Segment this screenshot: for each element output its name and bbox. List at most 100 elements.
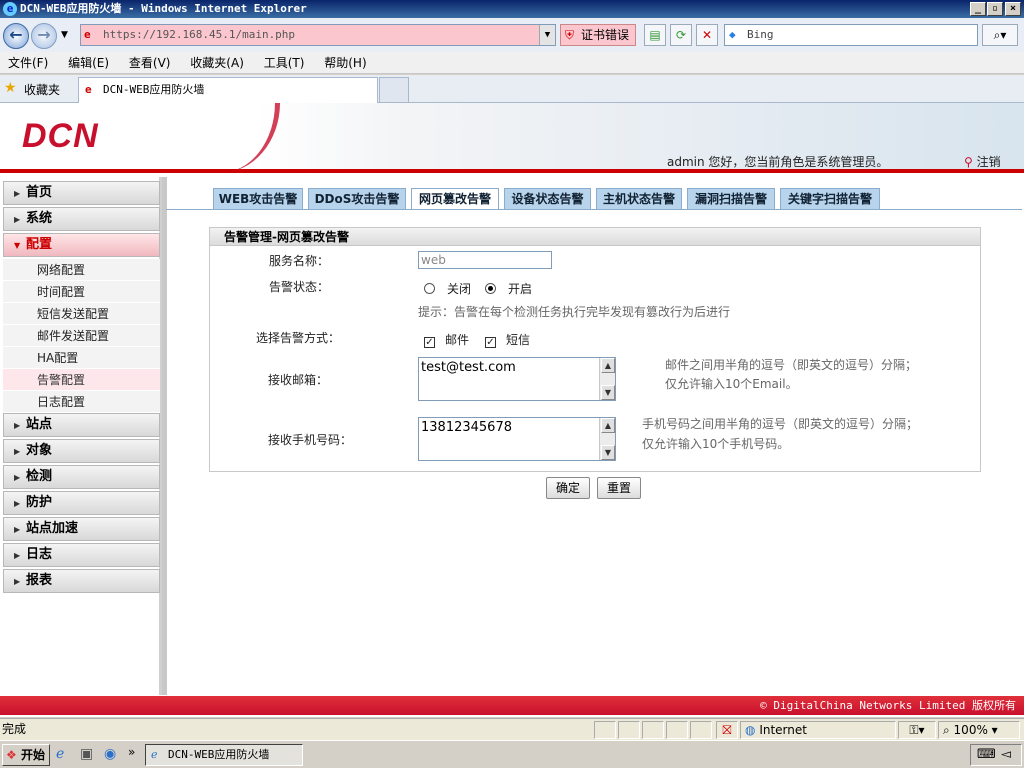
address-toolbar: ← → ▼ e https://192.168.45.1/main.php ▼ … xyxy=(0,18,1024,52)
dcn-logo: DCN xyxy=(22,117,99,155)
search-input[interactable]: ◆ Bing xyxy=(724,24,978,46)
phone-textarea[interactable]: 13812345678 ▲ ▼ xyxy=(418,417,616,461)
scroll-down-icon[interactable]: ▼ xyxy=(601,445,615,460)
reset-button[interactable]: 重置 xyxy=(597,477,641,499)
taskbar: ❖ 开始 ℯ ▣ ◉ » ℯ DCN-WEB应用防火墙 -... ⌨ ◅ xyxy=(0,740,1024,768)
method-mail-option[interactable]: ✓ 邮件 xyxy=(424,331,469,348)
tab-webpage-tamper[interactable]: 网页篡改告警 xyxy=(411,188,499,210)
status-label: 告警状态： xyxy=(269,280,330,294)
forward-button[interactable]: → xyxy=(31,23,57,49)
menu-edit[interactable]: 编辑(E) xyxy=(60,52,117,74)
address-bar[interactable]: e https://192.168.45.1/main.php ▼ xyxy=(80,24,556,46)
method-sms-option[interactable]: ✓ 短信 xyxy=(485,331,530,348)
status-on-option[interactable]: 开启 xyxy=(485,280,532,297)
zoom-control[interactable]: ⌕ 100% ▾ xyxy=(938,721,1020,739)
security-error-icon[interactable]: ⛝ xyxy=(716,721,738,739)
sidebar-item-report[interactable]: ▶ 报表 xyxy=(3,569,160,593)
mail-checkbox[interactable]: ✓ xyxy=(424,337,435,348)
scroll-up-icon[interactable]: ▲ xyxy=(601,358,615,373)
sidebar-item-label: 检测 xyxy=(26,469,53,484)
tab-keyword-scan[interactable]: 关键字扫描告警 xyxy=(780,188,880,210)
new-tab-button[interactable] xyxy=(379,77,409,103)
status-off-option[interactable]: 关闭 xyxy=(424,280,471,297)
phone-scrollbar[interactable]: ▲ ▼ xyxy=(599,418,615,460)
sidebar-item-system[interactable]: ▶ 系统 xyxy=(3,207,160,231)
menu-view[interactable]: 查看(V) xyxy=(121,52,179,74)
sidebar-item-detect[interactable]: ▶ 检测 xyxy=(3,465,160,489)
ie-page-icon: e xyxy=(84,28,91,41)
sidebar-item-protect[interactable]: ▶ 防护 xyxy=(3,491,160,515)
radio-off[interactable] xyxy=(424,283,435,294)
sidebar-sub-network[interactable]: 网络配置 xyxy=(3,259,160,281)
sidebar-item-label: 日志 xyxy=(26,547,53,562)
favorites-button[interactable]: 收藏夹 xyxy=(24,81,60,98)
refresh-icon[interactable]: ⟳ xyxy=(670,24,692,46)
tab-web-attack[interactable]: WEB攻击告警 xyxy=(213,188,303,210)
close-button[interactable]: × xyxy=(1005,2,1021,16)
tab-device-status[interactable]: 设备状态告警 xyxy=(504,188,591,210)
sidebar-sub-mail[interactable]: 邮件发送配置 xyxy=(3,325,160,347)
service-name-field[interactable]: web xyxy=(418,251,552,269)
taskbar-window-ie[interactable]: ℯ DCN-WEB应用防火墙 -... xyxy=(145,744,303,766)
media-quicklaunch-icon[interactable]: ◉ xyxy=(104,746,116,762)
history-dropdown-icon[interactable]: ▼ xyxy=(61,30,68,40)
sidebar-splitter[interactable] xyxy=(162,177,167,695)
tab-ddos[interactable]: DDoS攻击告警 xyxy=(308,188,406,210)
stop-icon[interactable]: ✕ xyxy=(696,24,718,46)
panel-title: 告警管理-网页篡改告警 xyxy=(210,228,980,246)
zone-indicator[interactable]: ◍ Internet xyxy=(740,721,896,739)
sidebar-sub-sms[interactable]: 短信发送配置 xyxy=(3,303,160,325)
tab-underline xyxy=(166,209,1022,210)
address-dropdown-icon[interactable]: ▼ xyxy=(539,25,555,45)
mail-checkbox-label: 邮件 xyxy=(445,333,470,347)
arrow-right-icon: ▶ xyxy=(14,499,21,508)
phone-note-1: 手机号码之间用半角的逗号（即英文的逗号）分隔； xyxy=(642,417,919,431)
logout-label: 注销 xyxy=(976,155,1001,169)
confirm-button[interactable]: 确定 xyxy=(546,477,590,499)
menu-file[interactable]: 文件(F) xyxy=(0,52,56,74)
sidebar-item-site[interactable]: ▶ 站点 xyxy=(3,413,160,437)
key-icon: ⚲ xyxy=(964,155,973,169)
sidebar-item-label: 对象 xyxy=(26,443,53,458)
status-hint: 提示：告警在每个检测任务执行完毕发现有篡改行为后进行 xyxy=(418,305,731,319)
menu-favorites[interactable]: 收藏夹(A) xyxy=(182,52,252,74)
scroll-up-icon[interactable]: ▲ xyxy=(601,418,615,433)
status-cell xyxy=(690,721,712,739)
menu-tools[interactable]: 工具(T) xyxy=(256,52,313,74)
tab-vuln-scan[interactable]: 漏洞扫描告警 xyxy=(687,188,775,210)
compat-view-icon[interactable]: ▤ xyxy=(644,24,666,46)
volume-icon[interactable]: ◅ xyxy=(1001,747,1011,762)
desktop-quicklaunch-icon[interactable]: ▣ xyxy=(80,746,93,762)
certificate-error-button[interactable]: ⛨ 证书错误 xyxy=(560,24,636,46)
email-textarea[interactable]: test@test.com ▲ ▼ xyxy=(418,357,616,401)
protected-mode-icon[interactable]: ⚿▾ xyxy=(898,721,936,739)
start-button[interactable]: ❖ 开始 xyxy=(2,744,50,766)
sidebar-item-home[interactable]: ▶ 首页 xyxy=(3,181,160,205)
sidebar-item-accel[interactable]: ▶ 站点加速 xyxy=(3,517,160,541)
maximize-button[interactable]: ▫ xyxy=(987,2,1003,16)
logout-link[interactable]: ⚲ 注销 xyxy=(964,153,1001,170)
more-quicklaunch-icon[interactable]: » xyxy=(128,745,135,759)
menu-help[interactable]: 帮助(H) xyxy=(316,52,374,74)
minimize-button[interactable]: _ xyxy=(970,2,986,16)
keyboard-icon[interactable]: ⌨ xyxy=(977,747,996,762)
sidebar-item-logs[interactable]: ▶ 日志 xyxy=(3,543,160,567)
email-scrollbar[interactable]: ▲ ▼ xyxy=(599,358,615,400)
arrow-right-icon: ▶ xyxy=(14,189,21,198)
sidebar-item-config[interactable]: ▼ 配置 xyxy=(3,233,160,257)
scroll-down-icon[interactable]: ▼ xyxy=(601,385,615,400)
sms-checkbox[interactable]: ✓ xyxy=(485,337,496,348)
sidebar-item-label: 报表 xyxy=(26,573,53,588)
sidebar-sub-ha[interactable]: HA配置 xyxy=(3,347,160,369)
tab-host-status[interactable]: 主机状态告警 xyxy=(596,188,682,210)
radio-on[interactable] xyxy=(485,283,496,294)
sidebar-sub-alert[interactable]: 告警配置 xyxy=(3,369,160,391)
ie-quicklaunch-icon[interactable]: ℯ xyxy=(56,746,64,762)
search-icon[interactable]: ⌕▾ xyxy=(982,24,1018,46)
tab-ie-icon: e xyxy=(85,83,92,96)
sidebar-sub-log[interactable]: 日志配置 xyxy=(3,391,160,413)
back-button[interactable]: ← xyxy=(3,23,29,49)
browser-tab[interactable]: e DCN-WEB应用防火墙 xyxy=(78,77,378,103)
sidebar-item-object[interactable]: ▶ 对象 xyxy=(3,439,160,463)
sidebar-sub-time[interactable]: 时间配置 xyxy=(3,281,160,303)
